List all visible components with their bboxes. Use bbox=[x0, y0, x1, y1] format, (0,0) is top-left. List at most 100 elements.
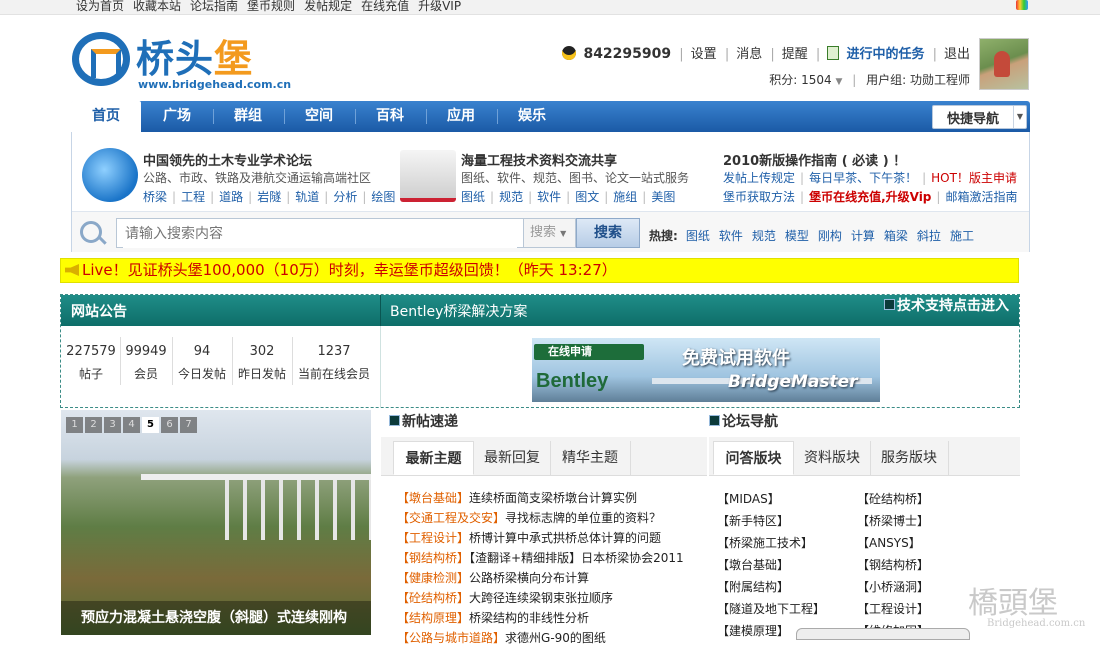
board-link[interactable]: 【工程设计】 bbox=[857, 598, 929, 620]
settings-link[interactable]: 设置 bbox=[691, 47, 717, 62]
link-road[interactable]: 道路 bbox=[219, 190, 243, 204]
site-logo[interactable]: 桥头堡 www.bridgehead.com.cn bbox=[72, 28, 291, 98]
hot-item[interactable]: 刚构 bbox=[818, 229, 842, 243]
tab-featured-topics[interactable]: 精华主题 bbox=[550, 441, 631, 475]
list-item[interactable]: 【健康检测】公路桥梁横向分布计算 bbox=[397, 568, 684, 588]
link-photos[interactable]: 美图 bbox=[651, 190, 675, 204]
list-item[interactable]: 【钢结构桥】【渣翻译+精细排版】日本桥梁协会2011 bbox=[397, 548, 684, 568]
avatar[interactable] bbox=[979, 38, 1029, 90]
tab-latest-replies[interactable]: 最新回复 bbox=[474, 441, 551, 475]
board-link[interactable]: 【桥梁施工技术】 bbox=[717, 532, 825, 554]
block3-title[interactable]: 2010新版操作指南 ( 必读 ) ！ bbox=[723, 150, 906, 169]
link-bridge[interactable]: 桥梁 bbox=[143, 190, 167, 204]
slide-page[interactable]: 7 bbox=[180, 417, 197, 433]
link-drawings[interactable]: 图纸 bbox=[461, 190, 485, 204]
quick-nav-button[interactable]: 快捷导航 ▼ bbox=[932, 105, 1027, 129]
logout-link[interactable]: 退出 bbox=[944, 47, 970, 62]
hot-item[interactable]: 模型 bbox=[785, 229, 809, 243]
online-recharge-link[interactable]: 在线充值 bbox=[361, 0, 409, 13]
board-link[interactable]: 【新手特区】 bbox=[717, 510, 825, 532]
slide-page[interactable]: 2 bbox=[85, 417, 102, 433]
hot-item[interactable]: 斜拉 bbox=[917, 229, 941, 243]
reminders-link[interactable]: 提醒 bbox=[782, 47, 808, 62]
board-link[interactable]: 【墩台基础】 bbox=[717, 554, 825, 576]
link-upload-rules[interactable]: 发帖上传规定 bbox=[723, 171, 795, 185]
board-link[interactable]: 【砼结构桥】 bbox=[857, 488, 929, 510]
link-tea-time[interactable]: 每日早茶、下午茶！ bbox=[809, 171, 917, 185]
nav-wiki[interactable]: 百科 bbox=[355, 101, 425, 132]
tab-resource-boards[interactable]: 资料版块 bbox=[794, 441, 871, 475]
nav-home[interactable]: 首页 bbox=[71, 101, 141, 133]
board-link[interactable]: 【隧道及地下工程】 bbox=[717, 598, 825, 620]
ticker-text[interactable]: Live！见证桥头堡100,000（10万）时刻，幸运堡币超级回馈！（昨天 13… bbox=[82, 261, 617, 279]
tab-service-boards[interactable]: 服务版块 bbox=[870, 441, 949, 475]
link-engineering[interactable]: 工程 bbox=[181, 190, 205, 204]
hot-item[interactable]: 箱梁 bbox=[884, 229, 908, 243]
board-link[interactable]: 【附属结构】 bbox=[717, 576, 825, 598]
link-email-activation[interactable]: 邮箱激活指南 bbox=[945, 190, 1017, 204]
link-tunnel[interactable]: 岩隧 bbox=[257, 190, 281, 204]
style-switch-icon[interactable] bbox=[1016, 0, 1028, 10]
username[interactable]: 842295909 bbox=[583, 46, 671, 62]
tab-latest-topics[interactable]: 最新主题 bbox=[393, 441, 474, 475]
tech-support-link[interactable]: 技术支持点击进入 bbox=[884, 295, 1009, 315]
apply-online-badge[interactable]: 在线申请 bbox=[534, 344, 644, 360]
board-link[interactable]: 【ANSYS】 bbox=[857, 532, 929, 554]
search-input[interactable] bbox=[123, 220, 517, 248]
hot-item[interactable]: 规范 bbox=[752, 229, 776, 243]
board-link[interactable]: 【小桥涵洞】 bbox=[857, 576, 929, 598]
link-construction-org[interactable]: 施组 bbox=[613, 190, 637, 204]
nav-entertainment[interactable]: 娱乐 bbox=[497, 101, 567, 132]
chevron-down-icon[interactable]: ▼ bbox=[836, 77, 843, 87]
nav-square[interactable]: 广场 bbox=[142, 101, 212, 132]
posting-rules-link[interactable]: 发帖规定 bbox=[304, 0, 352, 13]
list-item[interactable]: 【结构原理】桥梁结构的非线性分析 bbox=[397, 608, 684, 628]
hot-item[interactable]: 软件 bbox=[719, 229, 743, 243]
hot-item[interactable]: 施工 bbox=[950, 229, 974, 243]
tab-qa-boards[interactable]: 问答版块 bbox=[713, 441, 794, 475]
link-coin-methods[interactable]: 堡币获取方法 bbox=[723, 190, 795, 204]
slide-page[interactable]: 3 bbox=[104, 417, 121, 433]
featured-photo[interactable]: 1234567 预应力混凝土悬浇空腹（斜腿）式连续刚构 bbox=[61, 410, 371, 635]
photo-caption[interactable]: 预应力混凝土悬浇空腹（斜腿）式连续刚构 bbox=[61, 601, 371, 635]
chat-popup-tab[interactable] bbox=[796, 628, 970, 640]
link-moderator-apply[interactable]: 版主申请 bbox=[969, 171, 1017, 185]
hot-item[interactable]: 图纸 bbox=[686, 229, 710, 243]
slide-page[interactable]: 1 bbox=[66, 417, 83, 433]
forum-guide-link[interactable]: 论坛指南 bbox=[190, 0, 238, 13]
hot-item[interactable]: 计算 bbox=[851, 229, 875, 243]
search-button[interactable]: 搜索 bbox=[576, 218, 640, 248]
nav-groups[interactable]: 群组 bbox=[213, 101, 283, 132]
list-item[interactable]: 【墩台基础】连续桥面简支梁桥墩台计算实例 bbox=[397, 488, 684, 508]
nav-space[interactable]: 空间 bbox=[284, 101, 354, 132]
slide-page-active[interactable]: 5 bbox=[142, 417, 159, 433]
board-link[interactable]: 【钢结构桥】 bbox=[857, 554, 929, 576]
block1-title: 中国领先的土木专业学术论坛 bbox=[143, 154, 313, 169]
tasks-link[interactable]: 进行中的任务 bbox=[846, 47, 924, 62]
points-dropdown[interactable]: 积分: 1504 bbox=[769, 73, 831, 87]
list-item[interactable]: 【砼结构桥】大跨径连续梁钢束张拉顺序 bbox=[397, 588, 684, 608]
link-drawing[interactable]: 绘图 bbox=[371, 190, 395, 204]
search-type-select[interactable]: 搜索 ▼ bbox=[524, 218, 576, 248]
link-recharge-vip[interactable]: 堡币在线充值,升级Vip bbox=[809, 190, 931, 204]
list-item[interactable]: 【公路与城市道路】求德州G-90的图纸 bbox=[397, 628, 684, 648]
coin-rules-link[interactable]: 堡币规则 bbox=[247, 0, 295, 13]
bookmark-link[interactable]: 收藏本站 bbox=[133, 0, 181, 13]
nav-apps[interactable]: 应用 bbox=[426, 101, 496, 132]
link-rail[interactable]: 轨道 bbox=[295, 190, 319, 204]
bentley-banner[interactable]: 在线申请 Bentley 免费试用软件 BridgeMaster bbox=[532, 338, 880, 402]
board-link[interactable]: 【桥梁博士】 bbox=[857, 510, 929, 532]
messages-link[interactable]: 消息 bbox=[736, 47, 762, 62]
link-software[interactable]: 软件 bbox=[537, 190, 561, 204]
upgrade-vip-link[interactable]: 升级VIP bbox=[418, 0, 461, 13]
list-item[interactable]: 【工程设计】桥博计算中承式拱桥总体计算的问题 bbox=[397, 528, 684, 548]
link-analysis[interactable]: 分析 bbox=[333, 190, 357, 204]
link-codes[interactable]: 规范 bbox=[499, 190, 523, 204]
slide-page[interactable]: 4 bbox=[123, 417, 140, 433]
link-graphics[interactable]: 图文 bbox=[575, 190, 599, 204]
slide-page[interactable]: 6 bbox=[161, 417, 178, 433]
live-ticker[interactable]: Live！见证桥头堡100,000（10万）时刻，幸运堡币超级回馈！（昨天 13… bbox=[60, 258, 1019, 283]
board-link[interactable]: 【MIDAS】 bbox=[717, 488, 825, 510]
set-homepage-link[interactable]: 设为首页 bbox=[76, 0, 124, 13]
list-item[interactable]: 【交通工程及交安】寻找标志牌的单位重的资料？ bbox=[397, 508, 684, 528]
